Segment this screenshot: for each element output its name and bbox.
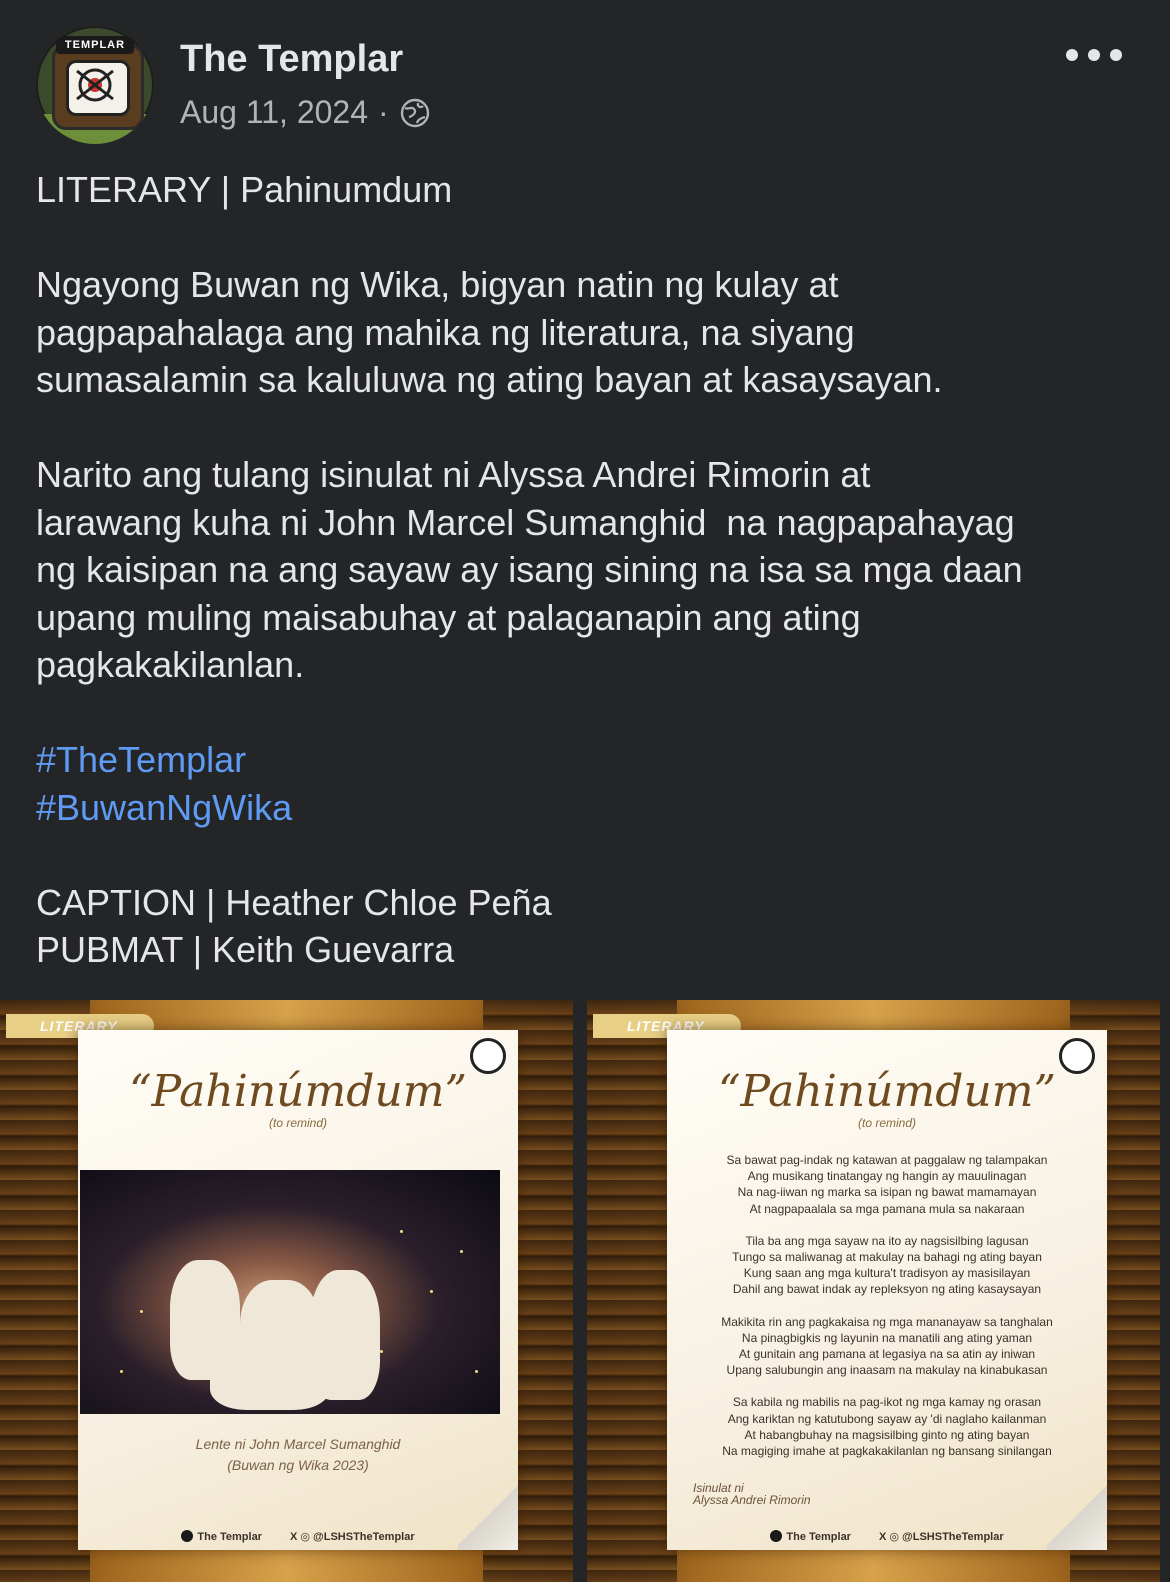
poem-text: Sa bawat pag-indak ng katawan at paggala… [667, 1152, 1107, 1475]
post-meta: Aug 11, 2024 · [180, 94, 431, 131]
poem-subtitle: (to remind) [857, 1116, 916, 1130]
post-paragraph-line: ng kaisipan na ang sayaw ay isang sining… [36, 549, 1023, 590]
poem-line: At gunitain ang pamana at legasiya na sa… [738, 1347, 1036, 1362]
poem-stanza: Sa bawat pag-indak ng katawan at paggala… [667, 1152, 1107, 1217]
post-paragraph-line: Ngayong Buwan ng Wika, bigyan natin ng k… [36, 264, 839, 305]
globe-icon [399, 97, 431, 129]
facebook-icon [770, 1530, 783, 1542]
sparkle [460, 1250, 463, 1253]
sparkle [400, 1230, 403, 1233]
poem-line: At habangbuhay na magsisilbing ginto ng … [744, 1427, 1030, 1442]
more-dot [1110, 49, 1122, 61]
post-paragraph-line: pagpapahalaga ang mahika ng literatura, … [36, 311, 855, 353]
caption-credit: CAPTION | Heather Chloe Peña [36, 881, 552, 923]
bookshelf-left [587, 1000, 677, 1582]
facebook-icon [181, 1530, 194, 1542]
poem-line: Makikita rin ang pagkakaisa ng mga manan… [721, 1314, 1053, 1329]
more-dot [1088, 49, 1100, 61]
post-text: LITERARY | Pahinumdum Ngayong Buwan ng W… [36, 166, 1136, 974]
poem-line: Upang salubungin ang inaasam na makulay … [726, 1363, 1048, 1378]
templar-logo-icon [66, 60, 130, 116]
more-dot [1066, 49, 1078, 61]
poem-line: Ang kariktan ng katutubong sayaw ay 'di … [727, 1411, 1047, 1426]
image-footer: The Templar X ◎ @LSHSTheTemplar [667, 1530, 1107, 1543]
parchment: “Pahinúmdum” (to remind) Sa bawat pag-in… [667, 1030, 1107, 1550]
photo-credit-line: Lente ni John Marcel Sumanghid [195, 1436, 401, 1452]
poem-title: “Pahinúmdum” [718, 1066, 1056, 1117]
bookshelf-left [0, 1000, 90, 1582]
post-paragraph-line: larawang kuha ni John Marcel Sumanghid n… [36, 501, 1015, 543]
sparkle [380, 1350, 383, 1353]
poem-stanza: Makikita rin ang pagkakaisa ng mga manan… [667, 1314, 1107, 1379]
dance-photo [80, 1170, 500, 1414]
footer-handle: X ◎ @LSHSTheTemplar [289, 1531, 415, 1543]
page-curl [1047, 1480, 1107, 1550]
poem-stanza: Tila ba ang mga sayaw na ito ay nagsisil… [667, 1233, 1107, 1298]
post-heading: LITERARY | Pahinumdum [36, 169, 453, 210]
meta-separator: · [378, 94, 389, 130]
post-paragraph-line: Narito ang tulang isinulat ni Alyssa And… [36, 454, 871, 495]
poem-subtitle: (to remind) [268, 1116, 327, 1130]
page-name[interactable]: The Templar [180, 38, 403, 81]
poem-stanza: Sa kabila ng mabilis na pag-ikot ng mga … [667, 1394, 1107, 1459]
footer-handle: X ◎ @LSHSTheTemplar [878, 1531, 1004, 1543]
avatar-badge: TEMPLAR [56, 36, 134, 54]
post-paragraph-line: pagkakakilanlan. [36, 644, 305, 685]
poem-line: Kung saan ang mga kultura't tradisyon ay… [743, 1266, 1031, 1281]
dancer-figure [210, 1340, 330, 1410]
poem-line: At nagpapaalala sa mga pamana mula sa na… [749, 1201, 1025, 1216]
post-paragraph-line: sumasalamin sa kaluluwa ng ating bayan a… [36, 359, 943, 400]
sparkle [475, 1370, 478, 1373]
hashtag-link[interactable]: #TheTemplar [36, 736, 1136, 784]
poem-line: Sa kabila ng mabilis na pag-ikot ng mga … [732, 1395, 1042, 1410]
poem-line: Na magiging imahe at pagkakakilanlan ng … [722, 1444, 1052, 1459]
post-date[interactable]: Aug 11, 2024 [180, 94, 368, 131]
page-curl [458, 1480, 518, 1550]
photo-credit: Lente ni John Marcel Sumanghid (Buwan ng… [78, 1434, 518, 1476]
footer-facebook-text: The Templar [197, 1531, 262, 1543]
poem-author: Isinulat ni Alyssa Andrei Rimorin [693, 1482, 811, 1506]
footer-facebook-text: The Templar [786, 1531, 851, 1543]
poem-line: Na nag-iiwan ng marka sa isipan ng bawat… [737, 1185, 1037, 1200]
poem-line: Dahil ang bawat indak ay repleksyon ng a… [732, 1282, 1042, 1297]
poem-title: “Pahinúmdum” [129, 1066, 467, 1117]
author-line: Alyssa Andrei Rimorin [693, 1493, 811, 1507]
footer-facebook: The Templar [770, 1530, 851, 1543]
poem-line: Sa bawat pag-indak ng katawan at paggala… [726, 1153, 1048, 1167]
image-footer: The Templar X ◎ @LSHSTheTemplar [78, 1530, 518, 1543]
poem-line: Ang musikang tinatangay ng hangin ay mau… [747, 1169, 1027, 1184]
page-avatar[interactable]: TEMPLAR [36, 26, 154, 144]
poem-line: Tila ba ang mga sayaw na ito ay nagsisil… [745, 1233, 1029, 1248]
poem-line: Tungo sa maliwanag at makulay na bahagi … [732, 1250, 1042, 1265]
pubmat-credit: PUBMAT | Keith Guevarra [36, 929, 455, 970]
sparkle [140, 1310, 143, 1313]
post-image-1[interactable]: LITERARY “Pahinúmdum” (to remind) Lente … [0, 1000, 573, 1582]
parchment: “Pahinúmdum” (to remind) Lente ni John M… [78, 1030, 518, 1550]
sparkle [120, 1370, 123, 1373]
sparkle [430, 1290, 433, 1293]
hashtag-link[interactable]: #BuwanNgWika [36, 784, 1136, 832]
post-image-2[interactable]: LITERARY “Pahinúmdum” (to remind) Sa baw… [587, 1000, 1160, 1582]
footer-handle-text: LSHSTheTemplar [323, 1531, 415, 1543]
poem-line: Na pinagbigkis ng layunin na manatili an… [741, 1330, 1033, 1345]
more-horizontal-icon[interactable] [1066, 40, 1122, 70]
post-paragraph-line: upang muling maisabuhay at palaganapin a… [36, 596, 861, 638]
photo-credit-line: (Buwan ng Wika 2023) [227, 1457, 369, 1473]
footer-handle-text: LSHSTheTemplar [912, 1531, 1004, 1543]
footer-facebook: The Templar [181, 1530, 262, 1543]
